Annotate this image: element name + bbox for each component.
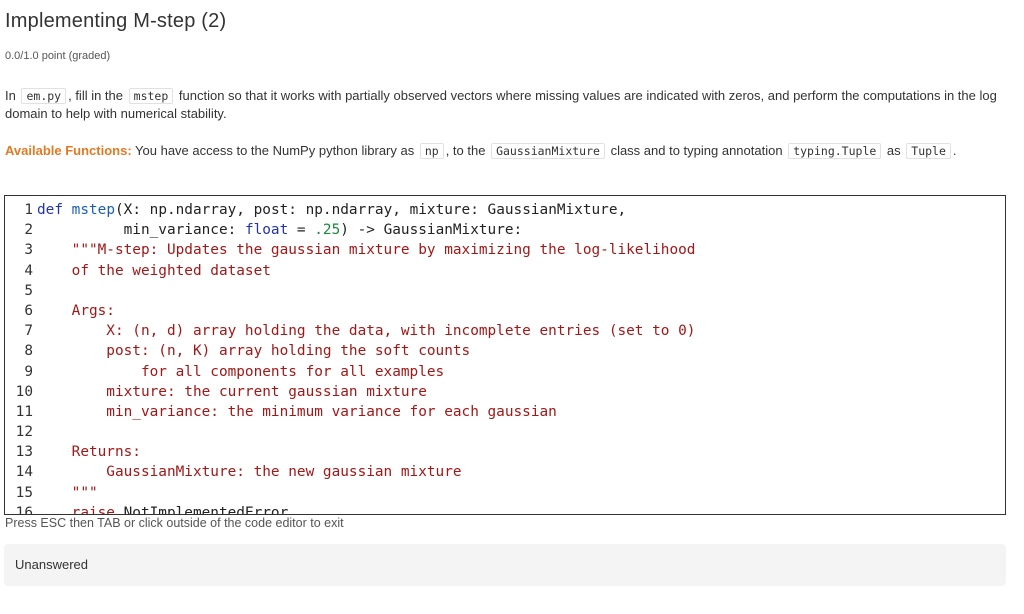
line-number: 3 xyxy=(24,242,33,259)
code-line[interactable]: 13 Returns: xyxy=(5,442,1005,462)
docstring-text: of the weighted dataset xyxy=(37,262,271,279)
code-text: NotImplementedError xyxy=(114,504,289,515)
line-number: 7 xyxy=(24,323,33,340)
docstring-text xyxy=(37,422,1005,442)
code-text: ) -> GaussianMixture: xyxy=(340,222,523,239)
docstring-text: Returns: xyxy=(37,444,141,461)
code-text: min_variance: xyxy=(37,222,245,239)
points-label: 0.0/1.0 point (graded) xyxy=(5,50,111,62)
docstring-text: """M-step: Updates the gaussian mixture … xyxy=(37,242,696,259)
editor-exit-hint: Press ESC then TAB or click outside of t… xyxy=(5,516,344,530)
text-fill-in: , fill in the xyxy=(68,88,124,103)
docstring-text: mixture: the current gaussian mixture xyxy=(37,383,427,400)
keyword: def xyxy=(37,202,63,218)
problem-title: Implementing M-step (2) xyxy=(5,10,227,32)
line-number: 5 xyxy=(24,282,33,299)
code-tuple: Tuple xyxy=(906,143,951,159)
line-number: 10 xyxy=(15,383,33,400)
line-number: 14 xyxy=(15,464,33,481)
status-label: Unanswered xyxy=(15,557,88,572)
available-functions-label: Available Functions: xyxy=(5,143,132,158)
code-em-py: em.py xyxy=(21,88,67,104)
line-number: 8 xyxy=(24,343,33,360)
keyword: raise xyxy=(71,504,115,515)
code-line[interactable]: 16 raise NotImplementedError xyxy=(5,503,1005,515)
text-as: as xyxy=(886,143,901,158)
number-literal: .25 xyxy=(314,222,341,239)
text-class-typing: class and to typing annotation xyxy=(610,143,783,158)
code-line[interactable]: 1 def mstep(X: np.ndarray, post: np.ndar… xyxy=(5,196,1005,220)
text-in: In xyxy=(5,88,16,103)
code-line[interactable]: 14 GaussianMixture: the new gaussian mix… xyxy=(5,462,1005,482)
code-text: = xyxy=(288,222,315,239)
code-line[interactable]: 11 min_variance: the minimum variance fo… xyxy=(5,402,1005,422)
line-number: 16 xyxy=(15,504,33,515)
code-text: (X: np.ndarray, post: np.ndarray, mixtur… xyxy=(115,202,627,218)
line-number: 15 xyxy=(15,484,33,501)
docstring-text: post: (n, K) array holding the soft coun… xyxy=(37,343,471,360)
line-number: 1 xyxy=(24,202,33,218)
text-numpy: You have access to the NumPy python libr… xyxy=(135,143,415,158)
line-number: 11 xyxy=(15,403,33,420)
line-number: 6 xyxy=(24,302,33,319)
docstring-text: """ xyxy=(37,484,98,501)
code-mstep: mstep xyxy=(128,88,174,104)
line-number: 2 xyxy=(24,222,33,239)
answer-status-box: Unanswered xyxy=(4,544,1006,586)
docstring-text: X: (n, d) array holding the data, with i… xyxy=(37,323,696,340)
text-period: . xyxy=(952,143,957,158)
instructions-paragraph: In em.py, fill in the mstep function so … xyxy=(5,87,1005,122)
code-np: np xyxy=(419,143,444,159)
docstring-text: for all components for all examples xyxy=(37,363,445,380)
code-line[interactable]: 2 min_variance: float = .25) -> Gaussian… xyxy=(5,220,1005,240)
keyword: float xyxy=(244,222,289,239)
code-line[interactable]: 12 xyxy=(5,422,1005,442)
docstring-text xyxy=(37,281,1005,301)
docstring-text: min_variance: the minimum variance for e… xyxy=(37,403,557,420)
code-line[interactable]: 10 mixture: the current gaussian mixture xyxy=(5,382,1005,402)
code-line[interactable]: 9 for all components for all examples xyxy=(5,362,1005,382)
available-functions-paragraph: Available Functions: You have access to … xyxy=(5,142,1005,160)
line-number: 12 xyxy=(15,424,33,441)
code-gaussianmixture: GaussianMixture xyxy=(491,143,605,159)
code-typing-tuple: typing.Tuple xyxy=(788,143,882,159)
code-line[interactable]: 15 """ xyxy=(5,483,1005,503)
line-number: 4 xyxy=(24,262,33,279)
docstring-text: GaussianMixture: the new gaussian mixtur… xyxy=(37,464,462,481)
code-editor[interactable]: 1 def mstep(X: np.ndarray, post: np.ndar… xyxy=(4,195,1006,515)
code-line[interactable]: 6 Args: xyxy=(5,301,1005,321)
line-number: 13 xyxy=(15,444,33,461)
code-line[interactable]: 8 post: (n, K) array holding the soft co… xyxy=(5,341,1005,361)
code-line[interactable]: 3 """M-step: Updates the gaussian mixtur… xyxy=(5,240,1005,260)
code-line[interactable]: 5 xyxy=(5,281,1005,301)
docstring-text: Args: xyxy=(37,302,115,319)
code-line[interactable]: 7 X: (n, d) array holding the data, with… xyxy=(5,321,1005,341)
line-number: 9 xyxy=(24,363,33,380)
function-name: mstep xyxy=(71,202,115,218)
text-to-the: , to the xyxy=(445,143,486,158)
code-line[interactable]: 4 of the weighted dataset xyxy=(5,261,1005,281)
